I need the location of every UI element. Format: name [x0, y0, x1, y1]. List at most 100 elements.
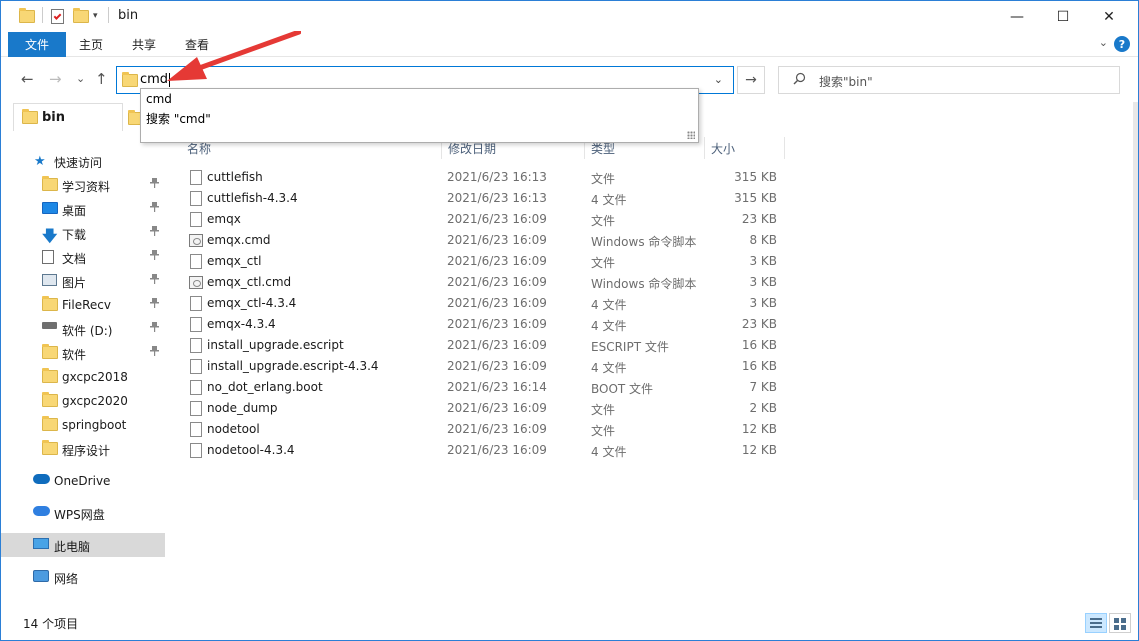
- file-type: 4 文件: [591, 361, 627, 375]
- sidebar-item-quick-access-entry[interactable]: 软件 (D:): [1, 317, 165, 341]
- file-row[interactable]: emqx 2021/6/23 16:09 文件 23 KB: [181, 209, 791, 230]
- sidebar-item-quick-access-entry[interactable]: FileRecv: [1, 293, 165, 317]
- vertical-scrollbar[interactable]: [1133, 102, 1138, 500]
- file-type: 文件: [591, 256, 616, 270]
- sidebar-item-quick-access-entry[interactable]: 🡇 下载: [1, 221, 165, 245]
- file-row[interactable]: no_dot_erlang.boot 2021/6/23 16:14 BOOT 文件…: [181, 377, 791, 398]
- file-icon: [190, 296, 202, 311]
- sidebar-item-label: 网络: [54, 572, 79, 586]
- forward-button[interactable]: →: [49, 70, 62, 88]
- tab-view[interactable]: 查看: [185, 32, 209, 57]
- file-icon: [190, 380, 202, 395]
- address-suggestions: cmd 搜索 "cmd": [140, 88, 699, 143]
- up-button[interactable]: ↑: [95, 70, 108, 88]
- back-button[interactable]: ←: [21, 70, 34, 88]
- file-size: 23 KB: [741, 212, 777, 226]
- file-icon: [190, 254, 202, 269]
- file-name: install_upgrade.escript-4.3.4: [207, 359, 379, 373]
- folder-icon: [42, 296, 58, 312]
- sidebar-item-network[interactable]: 网络: [1, 565, 165, 589]
- sidebar-item-quick-access-entry[interactable]: 文档: [1, 245, 165, 269]
- folder-icon: [122, 72, 138, 87]
- pin-icon: [150, 250, 159, 263]
- help-icon[interactable]: ?: [1114, 36, 1130, 52]
- tab-file[interactable]: 文件: [8, 32, 66, 57]
- file-date: 2021/6/23 16:09: [447, 275, 547, 289]
- suggestion-cmd[interactable]: cmd: [146, 92, 172, 106]
- sidebar-item-label: OneDrive: [54, 474, 111, 488]
- file-icon: [190, 317, 202, 332]
- file-date: 2021/6/23 16:09: [447, 296, 547, 310]
- file-row[interactable]: node_dump 2021/6/23 16:09 文件 2 KB: [181, 398, 791, 419]
- suggestion-search-cmd[interactable]: 搜索 "cmd": [146, 110, 211, 127]
- search-icon: [793, 72, 806, 89]
- file-row[interactable]: emqx_ctl-4.3.4 2021/6/23 16:09 4 文件 3 KB: [181, 293, 791, 314]
- address-dropdown-icon[interactable]: ⌄: [714, 73, 723, 86]
- file-row[interactable]: emqx_ctl.cmd 2021/6/23 16:09 Windows 命令脚本 3…: [181, 272, 791, 293]
- sidebar-item-quick-access-entry[interactable]: 桌面: [1, 197, 165, 221]
- file-type: 4 文件: [591, 319, 627, 333]
- file-name: emqx_ctl-4.3.4: [207, 296, 297, 310]
- file-date: 2021/6/23 16:13: [447, 170, 547, 184]
- file-row[interactable]: emqx-4.3.4 2021/6/23 16:09 4 文件 23 KB: [181, 314, 791, 335]
- file-row[interactable]: cuttlefish-4.3.4 2021/6/23 16:13 4 文件 315 K…: [181, 188, 791, 209]
- file-size: 12 KB: [741, 422, 777, 436]
- sidebar-item-quick-access-entry[interactable]: 图片: [1, 269, 165, 293]
- sidebar-item-wps[interactable]: WPS网盘: [1, 501, 165, 525]
- text-caret: [169, 72, 171, 87]
- file-row[interactable]: cuttlefish 2021/6/23 16:13 文件 315 KB: [181, 167, 791, 188]
- tab-home[interactable]: 主页: [79, 32, 103, 57]
- file-size: 16 KB: [741, 359, 777, 373]
- star-icon: ★: [34, 154, 46, 169]
- folder-icon: [42, 176, 58, 192]
- close-button[interactable]: ✕: [1086, 1, 1132, 32]
- minimize-button[interactable]: —: [994, 1, 1040, 32]
- file-type: BOOT 文件: [591, 382, 654, 396]
- sidebar-tab-folder[interactable]: [125, 108, 144, 130]
- file-date: 2021/6/23 16:09: [447, 443, 547, 457]
- file-row[interactable]: install_upgrade.escript 2021/6/23 16:09 ES…: [181, 335, 791, 356]
- tab-share[interactable]: 共享: [132, 32, 156, 57]
- file-icon: [190, 212, 202, 227]
- recent-locations-button[interactable]: ⌄: [76, 72, 85, 85]
- sidebar-item-quick-access[interactable]: ★ 快速访问: [1, 149, 165, 173]
- pin-icon: [150, 346, 159, 359]
- address-input[interactable]: cmd: [140, 72, 640, 87]
- pin-icon: [150, 274, 159, 287]
- sidebar-tab-bin[interactable]: bin: [13, 103, 123, 131]
- network-icon: [33, 570, 49, 584]
- large-icons-view-button[interactable]: [1109, 613, 1131, 633]
- file-row[interactable]: emqx_ctl 2021/6/23 16:09 文件 3 KB: [181, 251, 791, 272]
- details-view-button[interactable]: [1085, 613, 1107, 633]
- sidebar-item-quick-access-entry[interactable]: 学习资料: [1, 173, 165, 197]
- search-placeholder: 搜索"bin": [819, 75, 873, 89]
- file-row[interactable]: install_upgrade.escript-4.3.4 2021/6/23 1…: [181, 356, 791, 377]
- sidebar-item-quick-access-entry[interactable]: springboot: [1, 413, 165, 437]
- search-box[interactable]: 搜索"bin": [778, 66, 1120, 94]
- sidebar-item-quick-access-entry[interactable]: 程序设计: [1, 437, 165, 461]
- resize-grip[interactable]: [687, 131, 695, 139]
- properties-icon[interactable]: [51, 7, 64, 25]
- file-row[interactable]: nodetool-4.3.4 2021/6/23 16:09 4 文件 12 KB: [181, 440, 791, 461]
- column-header-size[interactable]: 大小: [705, 137, 785, 159]
- maximize-button[interactable]: ☐: [1040, 1, 1086, 32]
- go-button[interactable]: →: [737, 66, 765, 94]
- sidebar-item-quick-access-entry[interactable]: 软件: [1, 341, 165, 365]
- sidebar-item-this-pc[interactable]: 此电脑: [1, 533, 165, 557]
- item-count: 14 个项目: [23, 617, 79, 631]
- file-size: 315 KB: [734, 170, 777, 184]
- folder-icon: [22, 109, 38, 124]
- drive-icon: [42, 322, 58, 336]
- sidebar-item-quick-access-entry[interactable]: gxcpc2020: [1, 389, 165, 413]
- new-folder-icon[interactable]: [73, 7, 89, 25]
- file-icon: [190, 401, 202, 416]
- file-row[interactable]: emqx.cmd 2021/6/23 16:09 Windows 命令脚本 8 KB: [181, 230, 791, 251]
- sidebar-item-label: gxcpc2018: [62, 370, 128, 384]
- sidebar-item-quick-access-entry[interactable]: gxcpc2018: [1, 365, 165, 389]
- ribbon-expand-icon[interactable]: ⌄: [1099, 36, 1108, 49]
- quick-access-folder-icon[interactable]: [19, 7, 35, 25]
- sidebar-item-onedrive[interactable]: OneDrive: [1, 469, 165, 493]
- file-row[interactable]: nodetool 2021/6/23 16:09 文件 12 KB: [181, 419, 791, 440]
- customize-toolbar-icon[interactable]: ▾: [93, 7, 98, 25]
- file-size: 23 KB: [741, 317, 777, 331]
